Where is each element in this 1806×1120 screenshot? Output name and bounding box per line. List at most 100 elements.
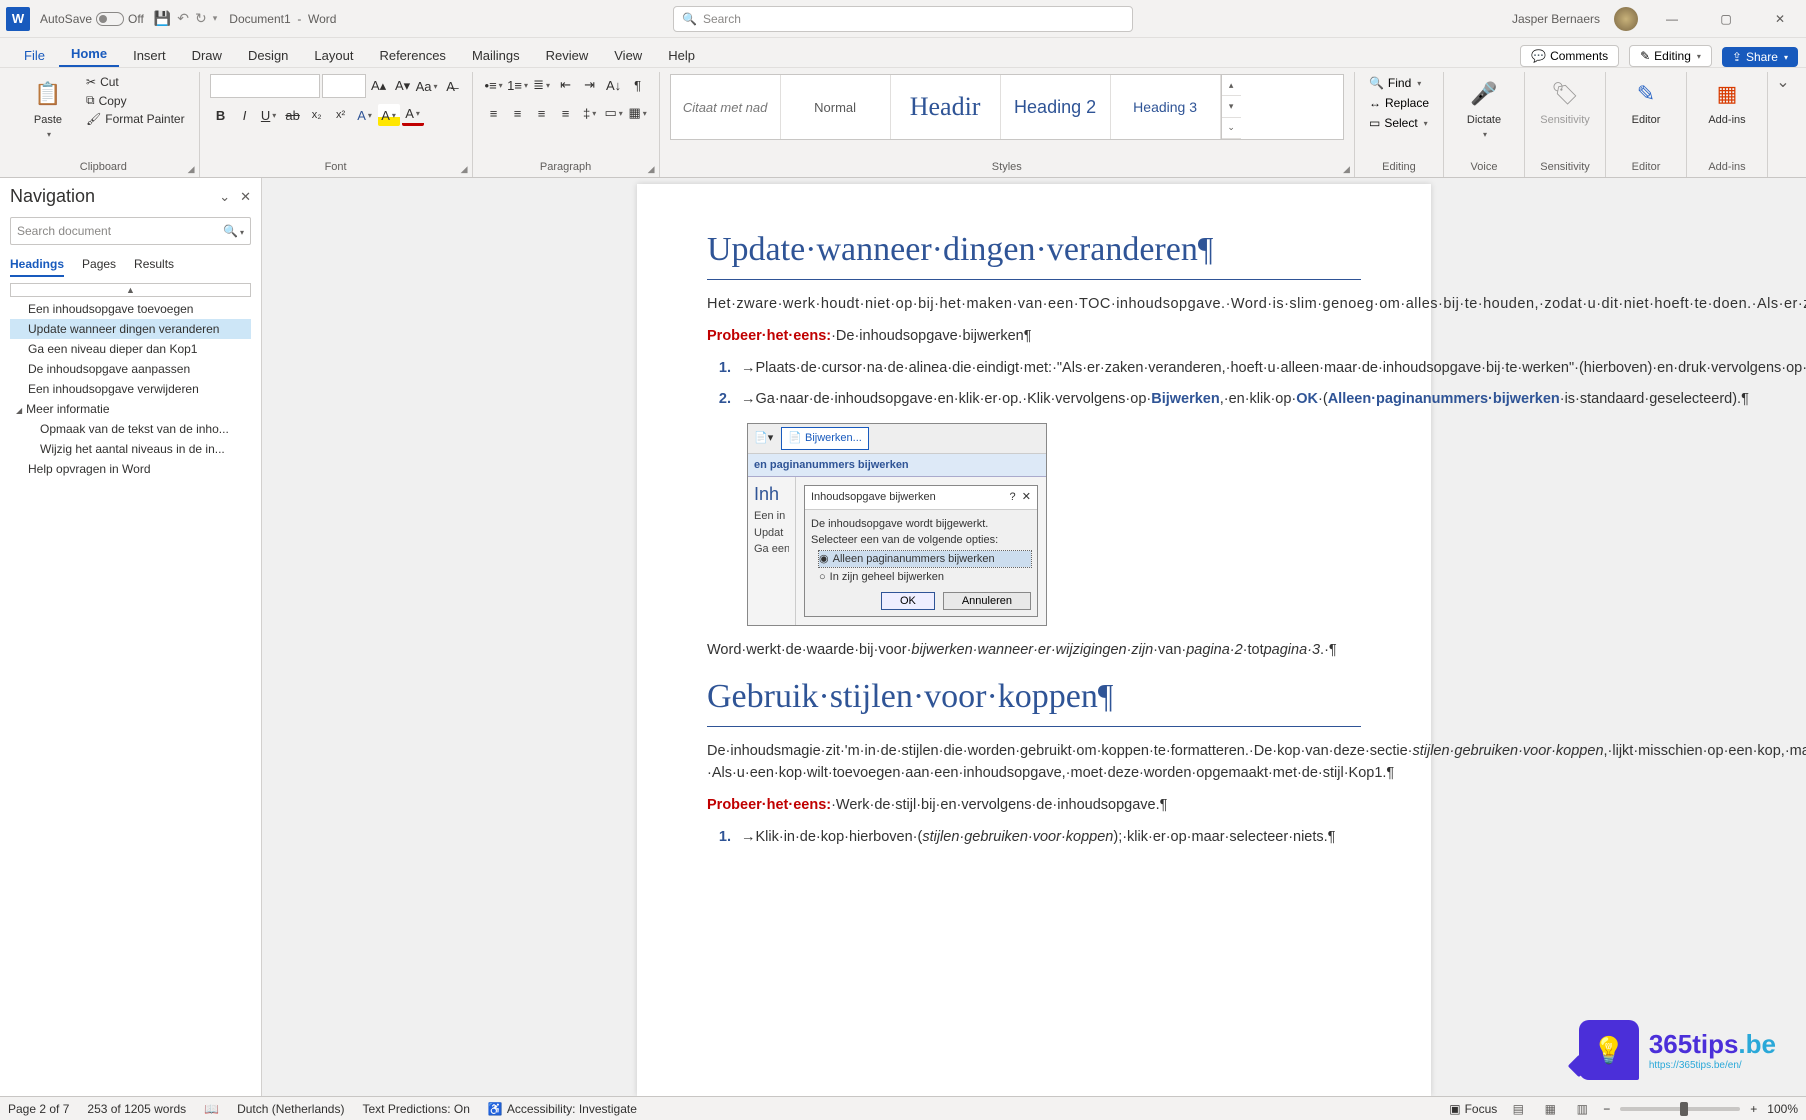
tab-insert[interactable]: Insert [121,42,178,67]
dialog-launcher-icon[interactable]: ◢ [648,164,655,175]
status-words[interactable]: 253 of 1205 words [87,1102,186,1116]
nav-search-input[interactable]: Search document 🔍▾ [10,217,251,245]
editor-button[interactable]: ✎Editor [1616,74,1676,130]
zoom-in-button[interactable]: + [1750,1102,1757,1116]
nav-heading-item[interactable]: Ga een niveau dieper dan Kop1 [10,339,251,359]
focus-mode-button[interactable]: ▣ Focus [1449,1102,1497,1116]
select-button[interactable]: ▭ Select▾ [1365,114,1432,132]
tab-draw[interactable]: Draw [180,42,234,67]
addins-button[interactable]: ▦Add-ins [1697,74,1757,130]
shading-icon[interactable]: ▭▾ [603,102,625,124]
page[interactable]: Update·wanneer·dingen·veranderen¶ Het·zw… [637,184,1431,1096]
bullets-icon[interactable]: •≡▾ [483,74,505,96]
find-button[interactable]: 🔍 Find▾ [1365,74,1425,92]
tab-help[interactable]: Help [656,42,707,67]
numbering-icon[interactable]: 1≡▾ [507,74,529,96]
nav-heading-item[interactable]: Een inhoudsopgave verwijderen [10,379,251,399]
style-heading2[interactable]: Heading 2 [1001,75,1111,139]
styles-scroll[interactable]: ▴▾⌄ [1221,75,1241,139]
status-accessibility[interactable]: ♿ Accessibility: Investigate [488,1102,637,1116]
zoom-level[interactable]: 100% [1767,1102,1798,1116]
nav-heading-item[interactable]: Wijzig het aantal niveaus in de in... [10,439,251,459]
editing-mode-button[interactable]: ✎ Editing ▾ [1629,45,1712,67]
superscript-icon[interactable]: x² [330,104,352,126]
zoom-out-button[interactable]: − [1603,1102,1610,1116]
tab-file[interactable]: File [12,42,57,67]
autosave-toggle[interactable]: AutoSave Off [40,12,144,26]
strike-icon[interactable]: ab [282,104,304,126]
undo-icon[interactable]: ↶ [177,10,189,27]
multilevel-icon[interactable]: ≣▾ [531,74,553,96]
underline-icon[interactable]: U▾ [258,104,280,126]
dialog-launcher-icon[interactable]: ◢ [1343,164,1350,175]
web-layout-icon[interactable]: ▥ [1571,1100,1593,1118]
paragraph[interactable]: De·inhoudsmagie·zit·'m·in·de·stijlen·die… [707,741,1361,785]
style-quote[interactable]: Citaat met nad [671,75,781,139]
tab-layout[interactable]: Layout [302,42,365,67]
nav-heading-item[interactable]: Opmaak van de tekst van de inho... [10,419,251,439]
close-icon[interactable]: ✕ [240,189,251,205]
replace-button[interactable]: ↔ Replace [1365,94,1433,112]
format-painter-button[interactable]: 🖌Format Painter [82,111,189,127]
align-center-icon[interactable]: ≡ [507,102,529,124]
zoom-slider[interactable] [1620,1107,1740,1111]
nav-heading-item[interactable]: Een inhoudsopgave toevoegen [10,299,251,319]
highlight-icon[interactable]: A▾ [378,104,400,126]
dictate-button[interactable]: 🎤Dictate▾ [1454,74,1514,143]
clear-format-icon[interactable]: A̶ [440,75,462,97]
chevron-down-icon[interactable]: ⌄ [219,189,230,205]
heading-1[interactable]: Update·wanneer·dingen·veranderen¶ [707,224,1361,280]
nav-tab-headings[interactable]: Headings [10,257,64,277]
paragraph[interactable]: Probeer·het·eens:·De·inhoudsopgave·bijwe… [707,326,1361,348]
change-case-icon[interactable]: Aa▾ [416,75,438,97]
tell-me-search[interactable]: 🔍 Search [673,6,1133,32]
borders-icon[interactable]: ▦▾ [627,102,649,124]
grow-font-icon[interactable]: A▴ [368,75,390,97]
nav-tab-pages[interactable]: Pages [82,257,116,277]
status-language[interactable]: Dutch (Netherlands) [237,1102,344,1116]
dialog-launcher-icon[interactable]: ◢ [461,164,468,175]
subscript-icon[interactable]: x₂ [306,104,328,126]
document-area[interactable]: Update·wanneer·dingen·veranderen¶ Het·zw… [262,178,1806,1096]
tab-references[interactable]: References [367,42,457,67]
dialog-launcher-icon[interactable]: ◢ [188,164,195,175]
dec-indent-icon[interactable]: ⇤ [555,74,577,96]
read-mode-icon[interactable]: ▤ [1507,1100,1529,1118]
status-spellcheck[interactable]: 📖 [204,1102,219,1116]
tab-review[interactable]: Review [534,42,601,67]
tab-view[interactable]: View [602,42,654,67]
paragraph[interactable]: Het·zware·werk·houdt·niet·op·bij·het·mak… [707,294,1361,316]
shrink-font-icon[interactable]: A▾ [392,75,414,97]
share-button[interactable]: ⇪ Share ▾ [1722,47,1798,67]
close-button[interactable]: ✕ [1760,12,1800,26]
italic-icon[interactable]: I [234,104,256,126]
style-heading1[interactable]: Headir [891,75,1001,139]
list-item[interactable]: →Klik·in·de·kop·hierboven·(stijlen·gebru… [735,827,1361,849]
user-name[interactable]: Jasper Bernaers [1512,12,1600,26]
inc-indent-icon[interactable]: ⇥ [579,74,601,96]
tab-mailings[interactable]: Mailings [460,42,532,67]
collapse-ribbon-icon[interactable]: ⌄ [1776,72,1789,92]
font-color-icon[interactable]: A▾ [402,104,424,126]
nav-heading-item[interactable]: Update wanneer dingen veranderen [10,319,251,339]
qat-customize-icon[interactable]: ▾ [213,13,218,24]
status-page[interactable]: Page 2 of 7 [8,1102,69,1116]
nav-heading-item[interactable]: De inhoudsopgave aanpassen [10,359,251,379]
font-name-input[interactable] [210,74,320,98]
nav-heading-item[interactable]: Meer informatie [10,399,251,419]
nav-heading-item[interactable]: Help opvragen in Word [10,459,251,479]
style-heading3[interactable]: Heading 3 [1111,75,1221,139]
nav-tab-results[interactable]: Results [134,257,174,277]
tab-home[interactable]: Home [59,40,119,67]
align-left-icon[interactable]: ≡ [483,102,505,124]
redo-icon[interactable]: ↻ [195,10,207,27]
align-right-icon[interactable]: ≡ [531,102,553,124]
save-icon[interactable]: 💾 [154,10,171,27]
print-layout-icon[interactable]: ▦ [1539,1100,1561,1118]
minimize-button[interactable]: — [1652,12,1692,26]
justify-icon[interactable]: ≡ [555,102,577,124]
paste-button[interactable]: 📋 Paste▾ [18,74,78,143]
copy-button[interactable]: ⧉Copy [82,92,189,109]
status-predictions[interactable]: Text Predictions: On [362,1102,469,1116]
text-effects-icon[interactable]: A▾ [354,104,376,126]
